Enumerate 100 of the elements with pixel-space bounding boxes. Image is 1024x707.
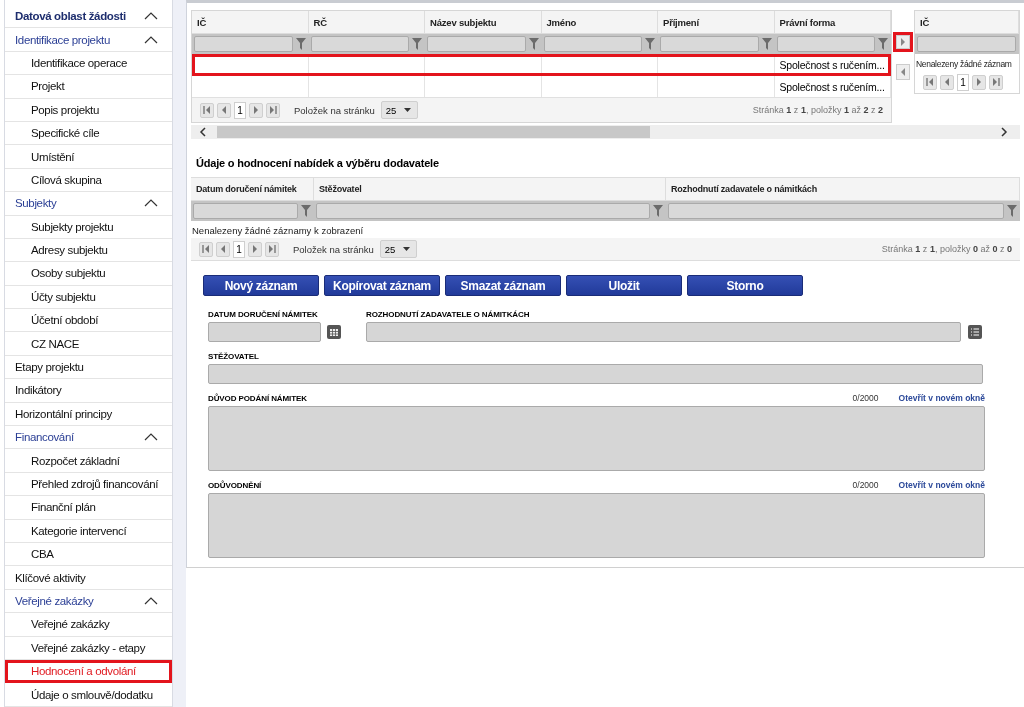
- column-header[interactable]: Příjmení: [658, 11, 775, 33]
- column-header[interactable]: Právní forma: [774, 11, 891, 33]
- first-page-button[interactable]: [923, 74, 937, 90]
- sidebar-item[interactable]: Hodnocení a odvolání: [5, 659, 173, 684]
- scroll-left-button[interactable]: [896, 64, 910, 80]
- filter-field[interactable]: [316, 203, 650, 219]
- sidebar-item[interactable]: Kategorie intervencí: [5, 519, 173, 543]
- sidebar-item[interactable]: Projekt: [5, 75, 173, 99]
- sidebar-item[interactable]: Účty subjektu: [5, 285, 173, 310]
- previous-page-button[interactable]: [217, 102, 231, 118]
- text-area[interactable]: [208, 406, 985, 471]
- open-in-new-window-link[interactable]: Otevřít v novém okně: [898, 480, 985, 490]
- first-page-icon: [202, 105, 212, 115]
- filter-icon: [1007, 205, 1017, 217]
- filter-field[interactable]: [310, 36, 409, 52]
- sidebar-item[interactable]: Cílová skupina: [5, 168, 173, 193]
- first-page-button[interactable]: [200, 102, 214, 118]
- last-page-button[interactable]: [265, 241, 279, 257]
- triangle-left-icon: [900, 68, 906, 76]
- column-header[interactable]: Jméno: [541, 11, 658, 33]
- filter-icon: [528, 38, 539, 50]
- sidebar-group-header[interactable]: Financování: [5, 426, 173, 450]
- sidebar-item[interactable]: Subjekty projektu: [5, 215, 173, 239]
- sidebar-item[interactable]: Veřejné zakázky - etapy: [5, 636, 173, 660]
- page-number-field[interactable]: 1: [234, 101, 246, 119]
- last-page-button[interactable]: [989, 74, 1003, 90]
- action-button[interactable]: Nový záznam: [203, 275, 319, 296]
- column-header[interactable]: Název subjektu: [425, 11, 542, 33]
- next-page-button[interactable]: [248, 241, 262, 257]
- filter-field[interactable]: [427, 36, 526, 52]
- character-counter: 0/2000: [852, 480, 879, 490]
- filter-field[interactable]: [543, 36, 642, 52]
- table-row[interactable]: Společnost s ručením...: [192, 76, 891, 98]
- column-header[interactable]: RČ: [308, 11, 425, 33]
- last-page-icon: [991, 77, 1001, 87]
- filter-field[interactable]: [668, 203, 1004, 219]
- scroll-left-icon: [199, 127, 207, 137]
- filter-field[interactable]: [194, 36, 293, 52]
- action-button[interactable]: Smazat záznam: [445, 275, 561, 296]
- filter-field[interactable]: [660, 36, 759, 52]
- sidebar-item[interactable]: Přehled zdrojů financování: [5, 472, 173, 497]
- sidebar-item[interactable]: Identifikace operace: [5, 51, 173, 76]
- sidebar-item[interactable]: Popis projektu: [5, 98, 173, 122]
- page-number-field[interactable]: 1: [233, 240, 245, 258]
- action-button[interactable]: Storno: [687, 275, 803, 296]
- previous-page-button[interactable]: [940, 74, 954, 90]
- sidebar-group-header[interactable]: Subjekty: [5, 192, 173, 216]
- column-header[interactable]: IČ: [915, 11, 1019, 33]
- next-page-button[interactable]: [249, 102, 263, 118]
- sidebar-group-header[interactable]: Identifikace projektu: [5, 28, 173, 52]
- action-button[interactable]: Uložit: [566, 275, 682, 296]
- sidebar-item[interactable]: CZ NACE: [5, 332, 173, 356]
- section-title: Údaje o hodnocení nabídek a výběru dodavatele: [195, 156, 440, 171]
- column-header[interactable]: IČ: [192, 11, 309, 33]
- first-page-button[interactable]: [199, 241, 213, 257]
- select-field[interactable]: [366, 322, 961, 342]
- sidebar-item[interactable]: Etapy projektu: [5, 355, 173, 380]
- sidebar-item[interactable]: CBA: [5, 543, 173, 567]
- column-header[interactable]: Stěžovatel: [314, 178, 666, 200]
- column-header[interactable]: Datum doručení námitek: [191, 178, 314, 200]
- sidebar-item[interactable]: Klíčové aktivity: [5, 566, 173, 590]
- field-label: ODŮVODNĚNÍ: [208, 480, 262, 490]
- text-field[interactable]: [208, 364, 983, 384]
- sidebar-item[interactable]: Údaje o smlouvě/dodatku: [5, 683, 173, 707]
- page-size-dropdown[interactable]: 25: [379, 240, 418, 258]
- sidebar-item[interactable]: Osoby subjektu: [5, 262, 173, 286]
- page-size-label: Položek na stránku: [293, 243, 374, 255]
- filter-field[interactable]: [776, 36, 875, 52]
- next-page-button[interactable]: [972, 74, 986, 90]
- page-number-field[interactable]: 1: [957, 73, 969, 91]
- sidebar-item[interactable]: Veřejné zakázky: [5, 613, 173, 637]
- action-button[interactable]: Kopírovat záznam: [324, 275, 440, 296]
- sidebar-item[interactable]: Indikátory: [5, 379, 173, 403]
- page-size-dropdown[interactable]: 25: [380, 101, 419, 119]
- date-field[interactable]: [208, 322, 321, 342]
- column-header[interactable]: Rozhodnutí zadavatele o námitkách: [666, 178, 1020, 200]
- field-label: STĚŽOVATEL: [208, 351, 259, 361]
- sidebar-item[interactable]: Účetní období: [5, 309, 173, 333]
- sidebar-section-header[interactable]: Datová oblast žádosti: [5, 5, 173, 29]
- scrollbar-thumb[interactable]: [217, 126, 650, 138]
- sidebar-item[interactable]: Adresy subjektu: [5, 238, 173, 263]
- field-label: DŮVOD PODÁNÍ NÁMITEK: [208, 393, 307, 403]
- sidebar-item[interactable]: Finanční plán: [5, 496, 173, 520]
- sidebar-item[interactable]: Rozpočet základní: [5, 449, 173, 473]
- open-in-new-window-link[interactable]: Otevřít v novém okně: [898, 393, 985, 403]
- table-row[interactable]: Společnost s ručením...: [192, 54, 891, 76]
- calendar-icon: [327, 325, 341, 339]
- filter-field[interactable]: [193, 203, 298, 219]
- filter-icon: [301, 205, 311, 217]
- last-page-button[interactable]: [266, 102, 280, 118]
- sidebar-item[interactable]: Horizontální principy: [5, 402, 173, 427]
- filter-field[interactable]: [917, 36, 1016, 52]
- first-page-icon: [201, 244, 211, 254]
- sidebar-group-header[interactable]: Veřejné zakázky: [5, 589, 173, 614]
- chevron-up-icon: [144, 35, 159, 44]
- sidebar-item[interactable]: Specifické cíle: [5, 121, 173, 146]
- previous-page-button[interactable]: [216, 241, 230, 257]
- sidebar-item[interactable]: Umístění: [5, 145, 173, 169]
- text-area[interactable]: [208, 493, 985, 558]
- scroll-right-button[interactable]: [893, 32, 913, 52]
